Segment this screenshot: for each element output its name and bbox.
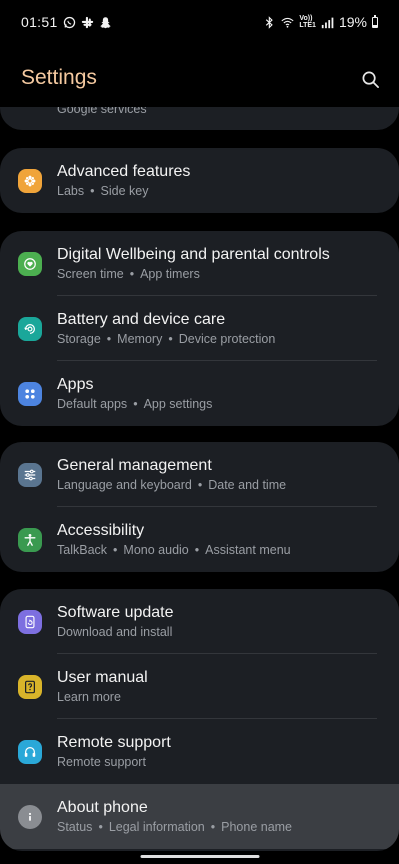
subtitle-part: TalkBack [57,542,108,557]
accessibility-icon [18,527,42,552]
settings-item-subtitle: Remote support [57,754,146,769]
status-time: 01:51 [21,14,58,30]
headset-icon [18,739,42,764]
subtitle-part: Side key [100,183,149,198]
settings-group-advanced: Advanced features Labs • Side key [0,148,399,213]
volte-indicator: Vo)) LTE1 [299,15,316,29]
settings-item-subtitle: Default apps • App settings [57,396,213,411]
settings-item-subtitle: Download and install [57,624,173,639]
settings-item-general-management[interactable]: General management Language and keyboard… [0,442,399,507]
page-title: Settings [21,66,97,89]
settings-item-subtitle: Screen time • App timers [57,266,200,281]
apps-grid-icon [18,381,42,406]
subtitle-part: Default apps [57,396,128,411]
subtitle-part: App timers [140,266,200,281]
settings-item-remote-support[interactable]: Remote support Remote support [0,719,399,784]
subtitle-part: Storage [57,331,101,346]
settings-item-user-manual[interactable]: User manual Learn more [0,654,399,719]
settings-item-subtitle: TalkBack • Mono audio • Assistant menu [57,542,291,557]
bluetooth-icon [263,15,276,29]
info-icon [18,804,42,829]
settings-item-title: Accessibility [57,521,145,539]
settings-item-accessibility[interactable]: Accessibility TalkBack • Mono audio • Assist… [0,507,399,572]
settings-group-support: Software update Download and install Use… [0,589,399,851]
signal-icon [321,16,334,29]
subtitle-part: Language and keyboard [57,477,192,492]
slack-icon [81,16,94,29]
home-indicator[interactable] [140,855,259,858]
settings-item-digital-wellbeing[interactable]: Digital Wellbeing and parental controls … [0,231,399,296]
settings-item-apps[interactable]: Apps Default apps • App settings [0,361,399,426]
settings-item-title: Software update [57,603,174,621]
gear-flower-icon [18,168,42,193]
search-icon [362,71,379,88]
settings-group-wellbeing: Digital Wellbeing and parental controls … [0,231,399,426]
header: Settings [0,60,399,100]
status-bar: 01:51 Vo)) LTE1 19% [0,0,399,44]
heart-circle-icon [18,251,42,276]
search-button[interactable] [359,68,381,90]
snapchat-icon [99,16,112,29]
settings-item-title: User manual [57,668,148,686]
subtitle-part: Legal information [108,819,205,834]
refresh-circle-icon [18,316,42,341]
settings-item-advanced-features[interactable]: Advanced features Labs • Side key [0,148,399,213]
lte-label: LTE1 [299,22,316,29]
whatsapp-icon [63,16,76,29]
settings-item-title: Digital Wellbeing and parental controls [57,245,330,263]
subtitle-part: Status [57,819,93,834]
settings-group-general: General management Language and keyboard… [0,442,399,572]
software-update-icon [18,609,42,634]
subtitle-part: Screen time [57,266,124,281]
subtitle-part: Memory [117,331,163,346]
settings-item-subtitle: Storage • Memory • Device protection [57,331,276,346]
settings-item-title: Advanced features [57,162,191,180]
wifi-icon [281,16,294,29]
subtitle-part: Date and time [208,477,287,492]
settings-item-subtitle: Learn more [57,689,121,704]
subtitle-part: Mono audio [123,542,189,557]
subtitle-part: Phone name [221,819,293,834]
user-manual-icon [18,674,42,699]
settings-item-software-update[interactable]: Software update Download and install [0,589,399,654]
settings-item-about-phone[interactable]: About phone Status • Legal information • Pho… [0,784,399,849]
subtitle-part: Labs [57,183,85,198]
settings-item-title: General management [57,456,212,474]
battery-icon [372,14,378,28]
subtitle-part: Device protection [178,331,276,346]
subtitle-part: App settings [143,396,213,411]
volte-label: Vo)) [299,15,313,22]
settings-item-title: Apps [57,375,94,393]
battery-percent: 19% [338,14,367,30]
settings-item-subtitle: Language and keyboard • Date and time [57,477,287,492]
subtitle-part: Assistant menu [205,542,291,557]
settings-item-title: Battery and device care [57,310,226,328]
settings-item-title: Remote support [57,733,171,751]
settings-item-battery-device-care[interactable]: Battery and device care Storage • Memory • D… [0,296,399,361]
settings-item-subtitle: Status • Legal information • Phone name [57,819,293,834]
settings-item-title: About phone [57,798,148,816]
settings-item-subtitle: Labs • Side key [57,183,149,198]
sliders-icon [18,462,42,487]
